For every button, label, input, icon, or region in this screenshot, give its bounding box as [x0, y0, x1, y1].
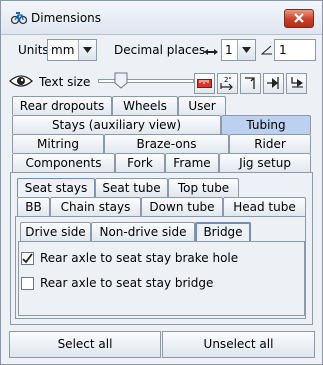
extension-line-icon	[243, 75, 258, 93]
text-size-slider[interactable]	[98, 71, 194, 91]
svg-text:2": 2"	[224, 76, 232, 84]
decimal-places-label: Decimal places	[114, 43, 206, 57]
window-title: Dimensions	[31, 11, 102, 25]
select-all-button[interactable]: Select all	[9, 331, 161, 358]
option-bridge[interactable]: Rear axle to seat stay bridge	[21, 275, 213, 291]
units-select[interactable]: mm	[47, 39, 97, 61]
tab-components[interactable]: Components	[12, 153, 115, 172]
arrow-outside-icon	[289, 75, 304, 93]
tab-bridge[interactable]: Bridge	[195, 222, 251, 241]
angle-decimal-field[interactable]: 1	[274, 39, 316, 61]
unselect-all-button[interactable]: Unselect all	[162, 331, 315, 358]
ruler-button[interactable]	[194, 73, 215, 94]
arrow-inside-button[interactable]	[263, 73, 284, 94]
angle-icon	[260, 44, 272, 58]
slider-thumb[interactable]	[114, 72, 128, 89]
close-button[interactable]	[284, 9, 314, 28]
tab-tubing[interactable]: Tubing	[221, 115, 311, 134]
tab-top-tube[interactable]: Top tube	[168, 178, 239, 197]
tab-braze-ons[interactable]: Braze-ons	[104, 134, 229, 153]
tab-fork[interactable]: Fork	[115, 153, 165, 172]
tab-wheels[interactable]: Wheels	[112, 96, 178, 115]
dimension-style-button[interactable]: 2"	[217, 73, 238, 94]
title-bar[interactable]: Dimensions	[1, 1, 322, 35]
tab-stays-auxiliary-view[interactable]: Stays (auxiliary view)	[12, 115, 221, 134]
close-icon	[294, 12, 304, 26]
bridge-checkbox[interactable]	[21, 276, 34, 290]
units-label: Units	[18, 43, 49, 57]
chevron-down-icon	[237, 40, 255, 60]
tab-seat-tube[interactable]: Seat tube	[95, 178, 168, 197]
dimensions-window: Dimensions Units mm Decimal places 1 1 T…	[0, 0, 323, 365]
tab-seat-stays[interactable]: Seat stays	[17, 178, 95, 197]
slider-track	[98, 79, 194, 83]
arrow-outside-button[interactable]	[286, 73, 307, 94]
tab-jig-setup[interactable]: Jig setup	[219, 153, 311, 172]
units-value: mm	[51, 43, 75, 57]
brake-hole-checkbox[interactable]	[21, 251, 34, 265]
arrow-inside-icon	[266, 75, 281, 93]
eye-icon	[9, 74, 33, 91]
bridge-label: Rear axle to seat stay bridge	[40, 276, 214, 290]
tab-head-tube[interactable]: Head tube	[223, 197, 306, 216]
decimal-places-value: 1	[225, 43, 233, 57]
tab-down-tube[interactable]: Down tube	[141, 197, 223, 216]
horizontal-arrows-icon	[204, 45, 218, 59]
tab-chain-stays[interactable]: Chain stays	[50, 197, 141, 216]
dimension-arrow-icon: 2"	[220, 75, 235, 93]
decimal-places-select[interactable]: 1	[221, 39, 256, 61]
option-brake-hole[interactable]: Rear axle to seat stay brake hole	[21, 250, 238, 266]
brake-hole-label: Rear axle to seat stay brake hole	[40, 251, 239, 265]
text-size-label: Text size	[39, 75, 91, 89]
tab-rear-dropouts[interactable]: Rear dropouts	[12, 96, 112, 115]
ruler-icon	[197, 77, 212, 91]
tab-rider[interactable]: Rider	[229, 134, 311, 153]
tab-non-drive-side[interactable]: Non-drive side	[91, 222, 195, 241]
extension-line-button[interactable]	[240, 73, 261, 94]
tab-drive-side[interactable]: Drive side	[20, 222, 91, 241]
tab-bb[interactable]: BB	[17, 197, 50, 216]
tab-user[interactable]: User	[178, 96, 226, 115]
chevron-down-icon	[78, 40, 96, 60]
tab-frame[interactable]: Frame	[165, 153, 219, 172]
tab-mitring[interactable]: Mitring	[12, 134, 104, 153]
bicycle-icon	[10, 11, 28, 25]
